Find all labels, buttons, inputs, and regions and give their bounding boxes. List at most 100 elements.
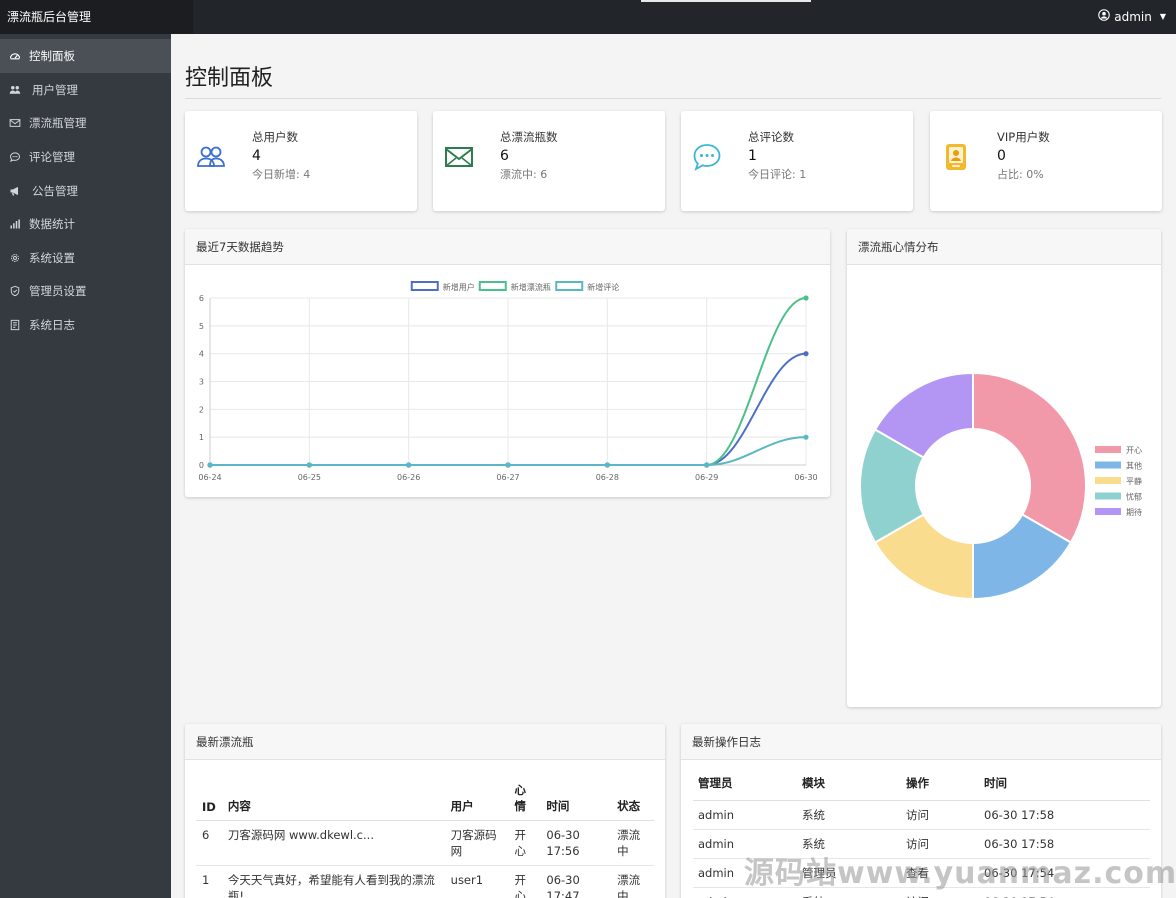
comment-icon [8, 150, 22, 164]
donut-slice [972, 371, 1087, 544]
y-tick-label: 2 [199, 405, 204, 414]
sidebar-item-system-logs[interactable]: 系统日志 [0, 308, 171, 342]
panel-title: 最新漂流瓶 [185, 724, 665, 760]
legend-swatch [1095, 461, 1121, 469]
bottles-table: ID 内容 用户 心情 时间 状态 6 刀客源码网 www.dkewl.c...… [196, 778, 654, 898]
cell-status: 漂流中 [611, 820, 654, 866]
envelope-icon [443, 141, 475, 173]
table-row[interactable]: 1 今天天气真好，希望能有人看到我的漂流瓶! user1 开心 06-30 17… [196, 865, 654, 898]
column-header[interactable]: 用户 [444, 778, 509, 821]
sidebar-item-label: 系统设置 [29, 250, 75, 265]
legend-swatch [478, 281, 507, 291]
chat-icon [691, 141, 723, 173]
column-header[interactable]: 状态 [611, 778, 654, 821]
cell-user: 刀客源码网 [444, 820, 509, 866]
data-point [306, 462, 312, 468]
chart-legend: 新增用户 新增漂流瓶 新增评论 [410, 281, 619, 292]
cell-content: 刀客源码网 www.dkewl.c... [221, 820, 445, 866]
stat-label: 总用户数 [252, 130, 298, 144]
stat-value: 6 [500, 148, 509, 164]
legend-label: 新增用户 [443, 282, 475, 292]
data-point [207, 462, 213, 468]
gear-icon [8, 251, 22, 265]
sidebar-item-label: 管理员设置 [29, 284, 87, 299]
panel-title: 最近7天数据趋势 [185, 229, 830, 265]
users-icon [8, 83, 22, 97]
x-tick-label: 06-28 [596, 473, 619, 482]
cell-mood: 开心 [508, 820, 541, 866]
user-name: admin [1114, 10, 1152, 24]
legend-swatch [1095, 477, 1121, 484]
column-header[interactable]: 时间 [540, 778, 612, 821]
journal-icon [8, 318, 22, 332]
user-menu[interactable]: admin ▼ [1098, 0, 1166, 34]
dashboard-icon [8, 49, 22, 63]
legend-label: 新增漂流瓶 [511, 282, 551, 292]
y-tick-label: 4 [199, 350, 204, 359]
legend-label: 开心 [1126, 446, 1142, 455]
column-header[interactable]: 内容 [221, 778, 445, 821]
stat-card-comments: 总评论数 1 今日评论: 1 [681, 111, 913, 211]
watermark: 源码站www.yuanmaz.com [744, 856, 1176, 891]
sidebar-item-statistics[interactable]: 数据统计 [0, 207, 171, 241]
legend-swatch [555, 281, 584, 291]
column-header[interactable]: 管理员 [693, 772, 797, 801]
sidebar-item-admin-settings[interactable]: 管理员设置 [0, 275, 171, 309]
cell-status: 漂流中 [611, 865, 654, 898]
stat-label: VIP用户数 [997, 130, 1050, 144]
stat-card-users: 总用户数 4 今日新增: 4 [185, 111, 417, 211]
y-tick-label: 1 [199, 433, 204, 442]
x-tick-label: 06-25 [298, 473, 321, 482]
stat-label: 总漂流瓶数 [500, 130, 558, 144]
table-row[interactable]: admin 系统 访问 06-30 17:58 [693, 800, 1150, 830]
sidebar-item-system-settings[interactable]: 系统设置 [0, 241, 171, 275]
cell-action: 访问 [901, 800, 979, 830]
mood-donut-chart[interactable]: 开心其他平静忧郁期待 [847, 265, 1161, 706]
top-bar-accent [641, 0, 811, 2]
stat-value: 0 [997, 148, 1006, 164]
stat-subtext: 今日评论: 1 [748, 168, 807, 181]
mood-panel: 漂流瓶心情分布 开心 其他 平静 忧郁 期待 [847, 229, 1161, 707]
bar-chart-icon [8, 217, 22, 231]
chart-legend: 开心其他平静忧郁期待 [1095, 446, 1142, 517]
cell-id: 6 [196, 820, 222, 866]
cell-time: 06-30 17:47 [540, 865, 612, 898]
trend-line-chart[interactable]: 0 1 2 3 4 5 6 06-24 06-25 06-26 06-27 06-28 06-29 06-… [185, 265, 830, 496]
stat-card-bottles: 总漂流瓶数 6 漂流中: 6 [433, 111, 665, 211]
page-title: 控制面板 [185, 66, 274, 91]
cell-time: 06-30 17:56 [540, 820, 612, 866]
x-tick-label: 06-29 [695, 473, 718, 482]
sidebar-item-label: 系统日志 [29, 317, 75, 332]
column-header[interactable]: ID [196, 778, 222, 821]
sidebar-item-comments[interactable]: 评论管理 [0, 140, 171, 174]
app-title[interactable]: 漂流瓶后台管理 [0, 0, 193, 34]
sidebar-item-label: 控制面板 [29, 49, 75, 63]
data-point [505, 462, 511, 468]
column-header[interactable]: 心情 [508, 778, 541, 821]
sidebar-item-label: 用户管理 [32, 82, 78, 97]
top-bar: 漂流瓶后台管理 admin ▼ [0, 0, 1176, 34]
legend-swatch [1095, 508, 1121, 515]
column-header[interactable]: 模块 [797, 772, 901, 801]
data-point [406, 462, 412, 468]
cell-admin: admin [693, 800, 797, 830]
sidebar-item-bottles[interactable]: 漂流瓶管理 [0, 107, 171, 141]
sidebar-item-users[interactable]: 用户管理 [0, 73, 171, 107]
table-row[interactable]: 6 刀客源码网 www.dkewl.c... 刀客源码网 开心 06-30 17… [196, 820, 654, 866]
envelope-icon [8, 116, 22, 130]
y-tick-label: 3 [199, 378, 204, 387]
y-tick-label: 6 [199, 294, 204, 303]
legend-swatch [1095, 446, 1121, 453]
shield-icon [8, 284, 22, 298]
x-tick-label: 06-26 [397, 473, 420, 482]
sidebar-item-dashboard[interactable]: 控制面板 [0, 39, 171, 73]
data-point [803, 434, 809, 440]
column-header[interactable]: 时间 [979, 772, 1150, 801]
sidebar-item-announcements[interactable]: 公告管理 [0, 174, 171, 208]
data-point [704, 462, 710, 468]
stat-subtext: 占比: 0% [997, 168, 1044, 181]
cell-time: 06-30 17:58 [979, 800, 1150, 830]
stat-value: 4 [252, 148, 261, 164]
sidebar-item-label: 评论管理 [29, 149, 75, 164]
column-header[interactable]: 操作 [901, 772, 979, 801]
